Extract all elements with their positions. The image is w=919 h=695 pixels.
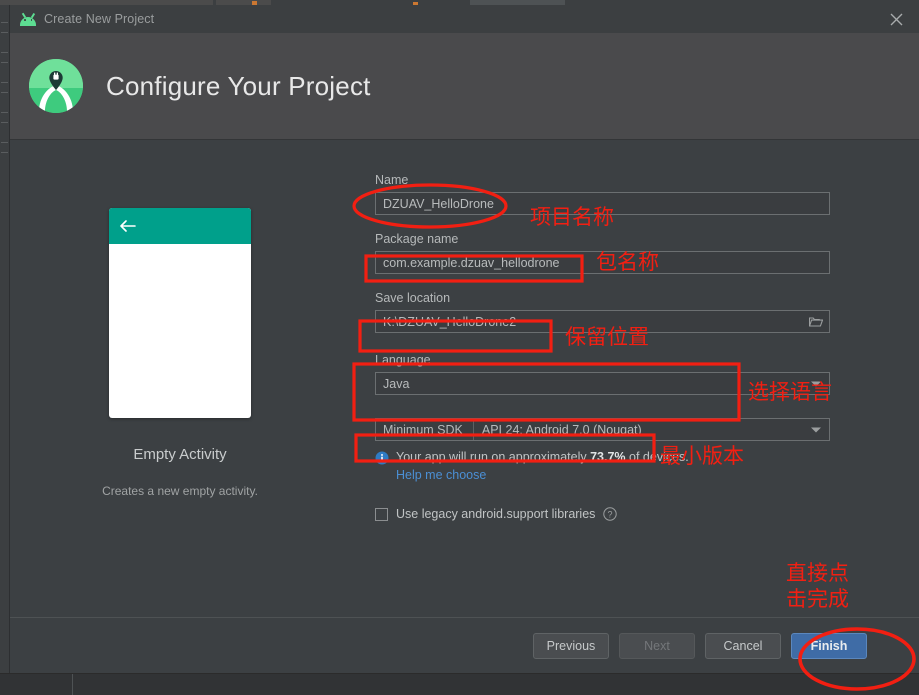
close-glyph <box>890 13 902 25</box>
svg-text:?: ? <box>608 509 613 519</box>
ide-status-bar <box>0 673 919 695</box>
device-coverage-text: Your app will run on approximately 73.7%… <box>396 450 689 465</box>
folder-icon[interactable] <box>809 316 823 327</box>
dialog-footer: Previous Next Cancel Finish <box>10 617 919 673</box>
template-thumbnail <box>109 208 251 418</box>
template-name: Empty Activity <box>133 446 227 463</box>
ide-left-gutter <box>0 5 10 673</box>
back-arrow-icon <box>120 220 136 232</box>
info-icon <box>375 451 389 465</box>
note-package: 包名称 <box>596 250 659 274</box>
minimum-sdk-value: API 24: Android 7.0 (Nougat) <box>472 419 829 440</box>
chevron-down-icon <box>811 427 821 432</box>
android-robot-icon <box>20 12 36 26</box>
dialog-title: Create New Project <box>44 12 155 26</box>
name-label: Name <box>375 173 409 187</box>
language-select-value: Java <box>383 376 410 391</box>
package-name-label: Package name <box>375 232 459 246</box>
template-preview-panel: Empty Activity Creates a new empty activ… <box>10 140 350 617</box>
create-new-project-dialog: Create New Project Configure Your Projec… <box>10 5 919 673</box>
note-sdk: 最小版本 <box>660 444 744 468</box>
coverage-percent: 73.7% <box>590 450 626 464</box>
language-label: Language <box>375 353 431 367</box>
dialog-header: Configure Your Project <box>10 33 919 140</box>
legacy-libraries-row: Use legacy android.support libraries ? <box>375 507 830 521</box>
legacy-libraries-label: Use legacy android.support libraries <box>396 507 596 521</box>
save-location-label: Save location <box>375 291 451 305</box>
preview-appbar <box>109 208 251 244</box>
question-mark-icon[interactable]: ? <box>603 507 618 521</box>
legacy-libraries-checkbox[interactable] <box>375 507 388 521</box>
note-name: 项目名称 <box>530 205 614 229</box>
device-coverage-info: Your app will run on approximately 73.7%… <box>375 450 830 465</box>
previous-button[interactable]: Previous <box>533 632 609 659</box>
coverage-text-before: Your app will run on approximately <box>396 450 591 464</box>
save-location-input-value: K:\DZUAV_HelloDrone2 <box>383 314 517 329</box>
note-finish: 直接点 击完成 <box>786 561 849 611</box>
note-language: 选择语言 <box>748 380 832 404</box>
note-location: 保留位置 <box>565 325 649 349</box>
next-button: Next <box>619 632 695 659</box>
project-config-form: Name DZUAV_HelloDrone Package name com.e… <box>350 140 919 617</box>
dialog-title-bar: Create New Project <box>10 5 919 33</box>
name-input-value: DZUAV_HelloDrone <box>383 196 494 211</box>
cancel-button[interactable]: Cancel <box>705 632 781 659</box>
close-icon[interactable] <box>873 5 919 33</box>
package-name-input-value: com.example.dzuav_hellodrone <box>383 255 560 270</box>
finish-button[interactable]: Finish <box>791 632 867 659</box>
template-description: Creates a new empty activity. <box>102 484 258 498</box>
help-me-choose-link[interactable]: Help me choose <box>396 468 486 482</box>
android-studio-logo <box>29 59 83 113</box>
page-title: Configure Your Project <box>106 70 371 101</box>
minimum-sdk-select[interactable]: Minimum SDK API 24: Android 7.0 (Nougat) <box>375 418 830 441</box>
screenshot-root: Create New Project Configure Your Projec… <box>0 0 919 695</box>
minimum-sdk-label: Minimum SDK <box>383 422 463 437</box>
